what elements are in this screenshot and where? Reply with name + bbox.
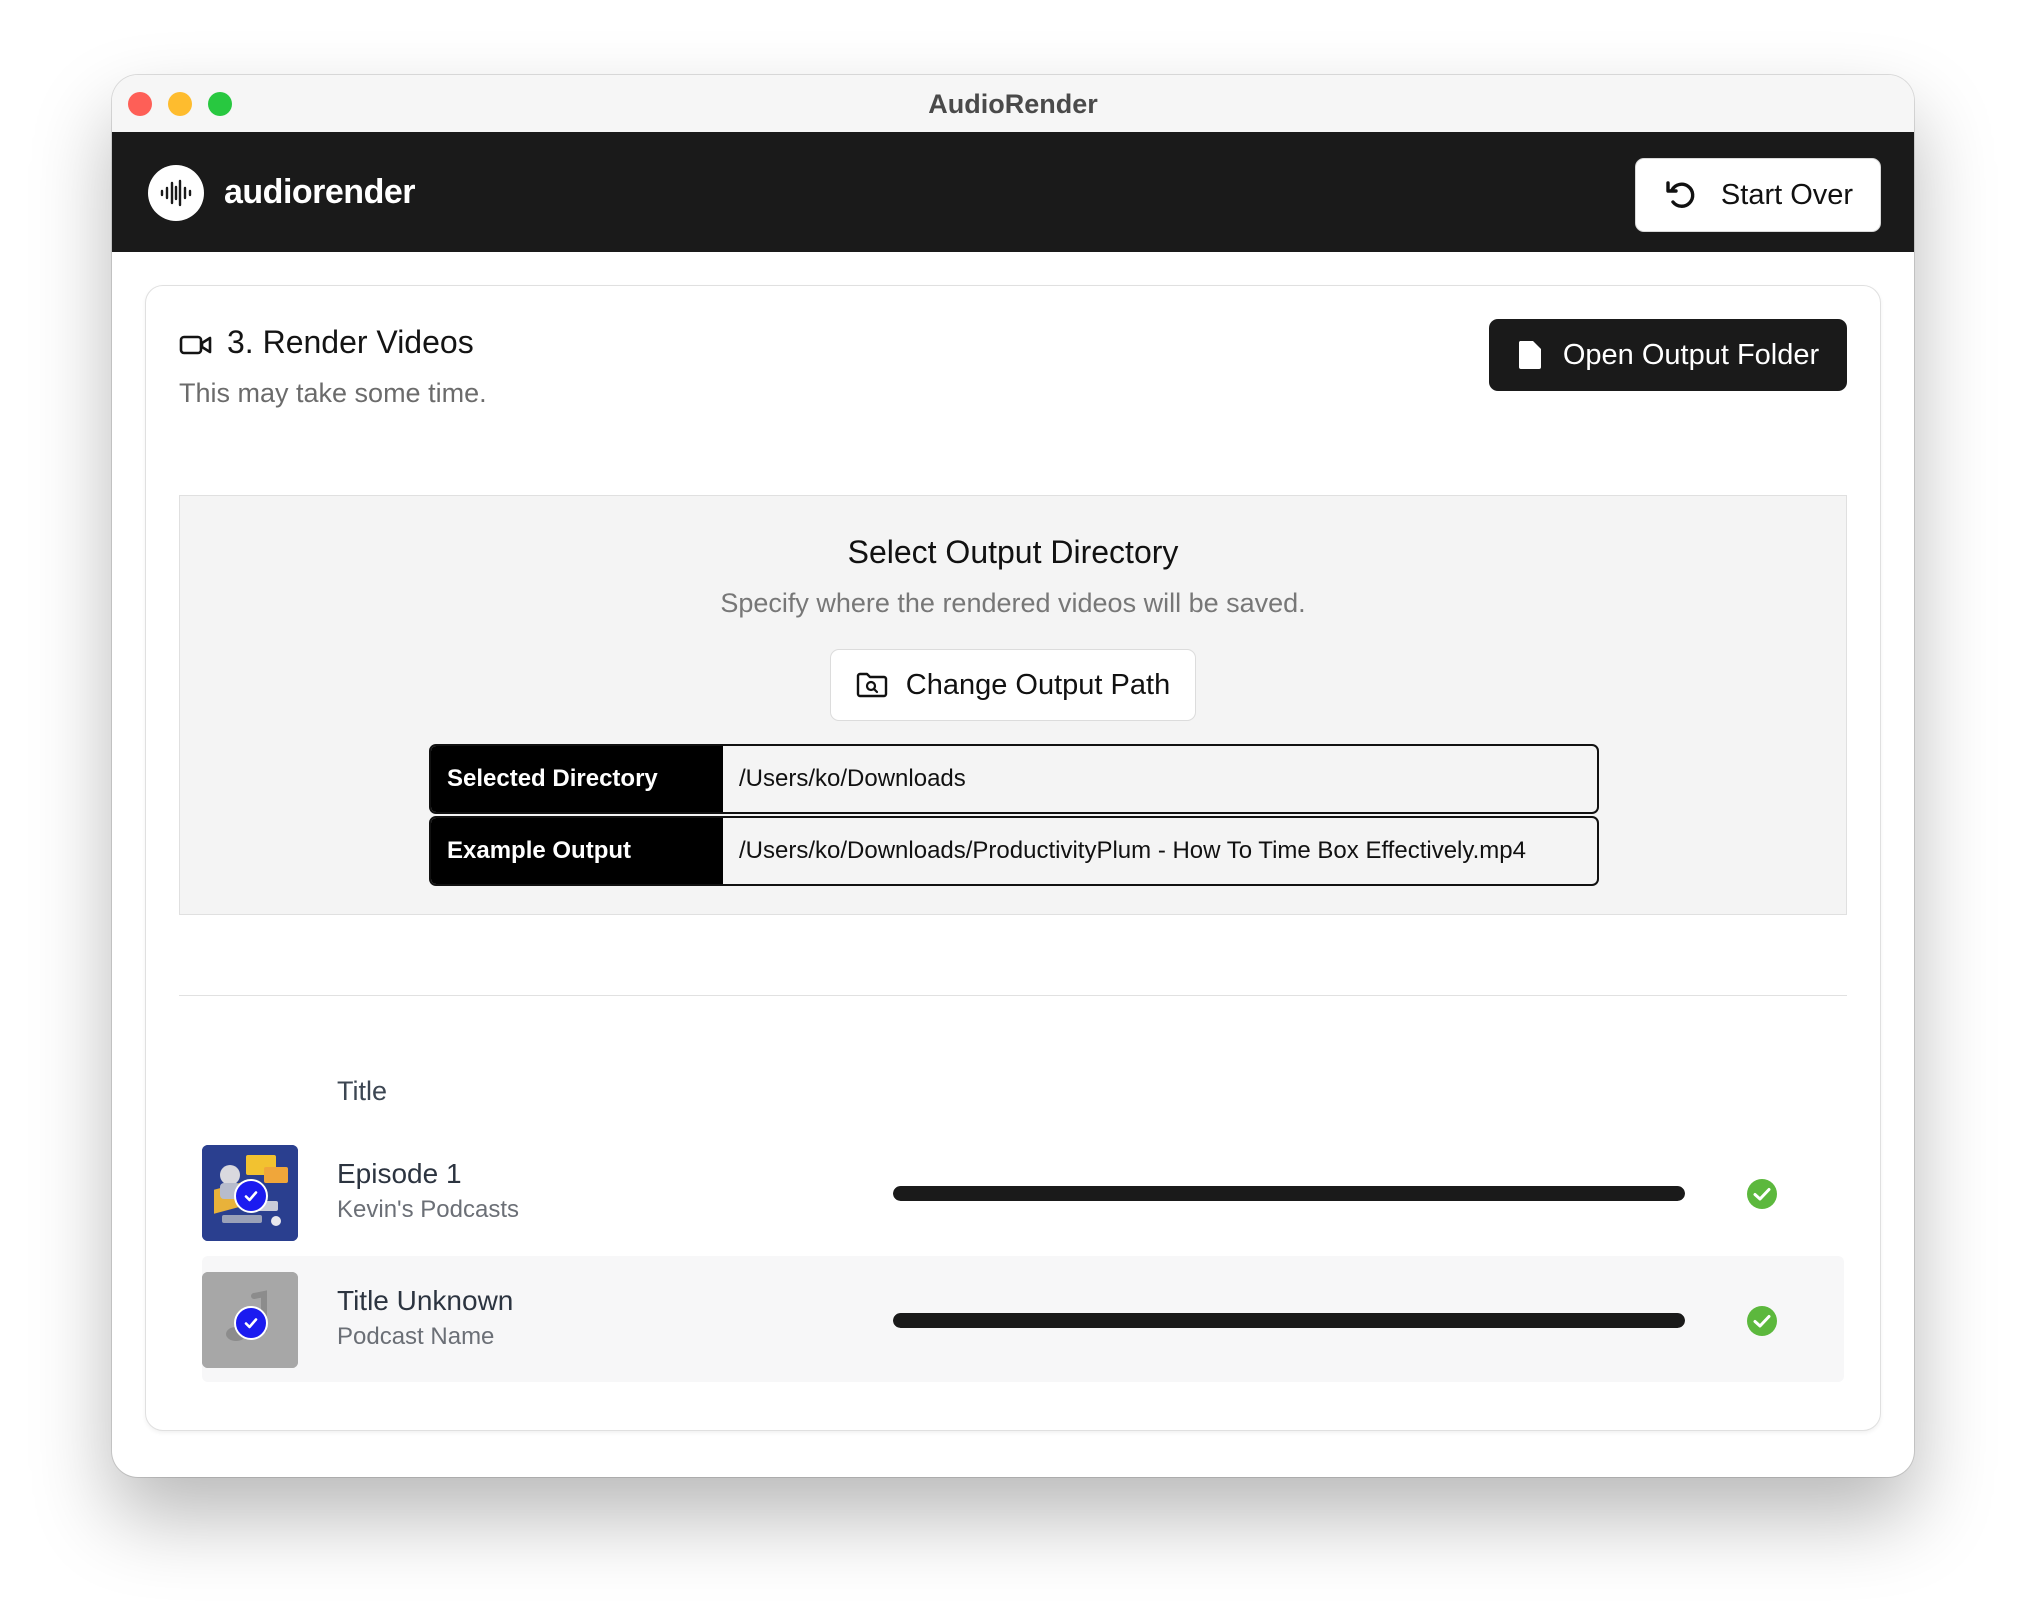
list-item[interactable]: Episode 1 Kevin's Podcasts bbox=[202, 1129, 1844, 1255]
open-output-folder-button[interactable]: Open Output Folder bbox=[1489, 319, 1847, 391]
app-header: audiorender Start Over bbox=[112, 132, 1914, 252]
start-over-button[interactable]: Start Over bbox=[1635, 158, 1881, 232]
podcast-name: Kevin's Podcasts bbox=[337, 1196, 520, 1223]
success-check-icon bbox=[1747, 1306, 1777, 1336]
folder-search-icon bbox=[856, 672, 887, 698]
selected-directory-row: Selected Directory /Users/ko/Downloads bbox=[429, 744, 1599, 814]
column-header-title: Title bbox=[337, 1076, 388, 1106]
episode-thumbnail bbox=[202, 1145, 298, 1241]
progress-fill bbox=[893, 1186, 1685, 1201]
logo bbox=[148, 165, 204, 221]
section-title: 3. Render Videos bbox=[227, 324, 474, 360]
selected-directory-label: Selected Directory bbox=[431, 746, 723, 812]
selected-check-icon bbox=[234, 1179, 268, 1213]
render-card: 3. Render Videos This may take some time… bbox=[145, 285, 1881, 1431]
example-output-value: /Users/ko/Downloads/ProductivityPlum - H… bbox=[739, 837, 1526, 864]
render-progress-bar bbox=[893, 1186, 1685, 1201]
start-over-label: Start Over bbox=[1720, 178, 1854, 211]
waveform-icon bbox=[160, 179, 192, 207]
section-subtitle: This may take some time. bbox=[179, 378, 487, 408]
output-directory-panel: Select Output Directory Specify where th… bbox=[179, 495, 1847, 915]
episode-title: Title Unknown bbox=[337, 1285, 514, 1316]
file-icon bbox=[1518, 341, 1541, 369]
brand-name: audiorender bbox=[224, 173, 415, 211]
section-divider bbox=[179, 995, 1847, 996]
window-title: AudioRender bbox=[928, 89, 1098, 119]
success-check-icon bbox=[1747, 1179, 1777, 1209]
podcast-name: Podcast Name bbox=[337, 1323, 495, 1350]
example-output-row: Example Output /Users/ko/Downloads/Produ… bbox=[429, 816, 1599, 886]
app-window: AudioRender audiorender Start Over 3. Re… bbox=[112, 75, 1914, 1477]
video-camera-icon bbox=[179, 335, 212, 355]
change-output-path-label: Change Output Path bbox=[905, 668, 1171, 701]
output-panel-subtitle: Specify where the rendered videos will b… bbox=[720, 588, 1306, 618]
title-bar: AudioRender bbox=[112, 75, 1914, 133]
list-item[interactable]: Title Unknown Podcast Name bbox=[202, 1256, 1844, 1382]
episode-thumbnail bbox=[202, 1272, 298, 1368]
selected-check-icon bbox=[234, 1306, 268, 1340]
undo-icon bbox=[1666, 181, 1695, 208]
output-panel-title: Select Output Directory bbox=[847, 534, 1179, 570]
render-progress-bar bbox=[893, 1313, 1685, 1328]
selected-directory-value: /Users/ko/Downloads bbox=[739, 765, 966, 792]
open-output-folder-label: Open Output Folder bbox=[1562, 338, 1820, 371]
episode-title: Episode 1 bbox=[337, 1158, 462, 1189]
example-output-label: Example Output bbox=[431, 818, 723, 884]
change-output-path-button[interactable]: Change Output Path bbox=[830, 649, 1196, 721]
progress-fill bbox=[893, 1313, 1685, 1328]
